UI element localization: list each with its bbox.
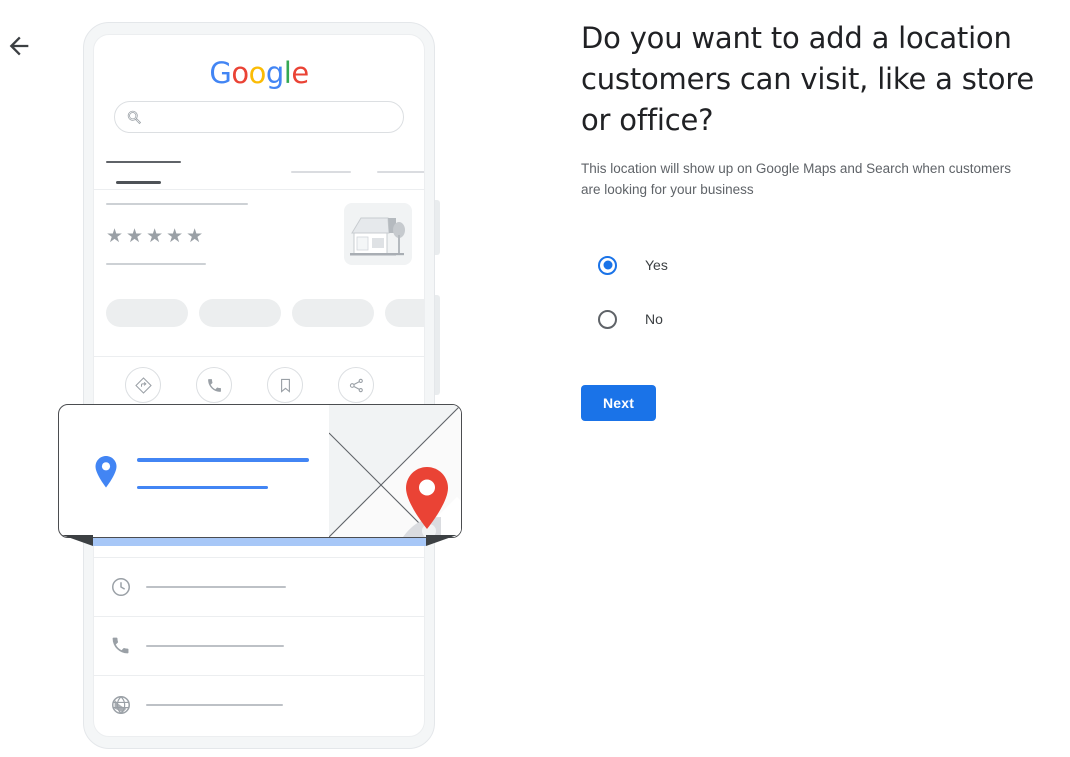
next-button[interactable]: Next bbox=[581, 385, 657, 421]
ribbon-fold-left bbox=[62, 535, 93, 546]
google-logo-letter-g1: G bbox=[209, 56, 232, 90]
call-button[interactable] bbox=[196, 367, 232, 403]
google-logo-letter-o1: o bbox=[231, 56, 249, 90]
review-count-placeholder bbox=[106, 263, 206, 265]
actions-divider bbox=[94, 356, 424, 357]
radio-yes-indicator bbox=[598, 255, 617, 275]
phone-screen: Google ★★★★★ bbox=[93, 34, 425, 737]
map-preview[interactable] bbox=[329, 405, 461, 537]
radio-no-indicator bbox=[598, 309, 617, 329]
phone-side-button-bottom bbox=[435, 295, 440, 395]
directions-icon bbox=[134, 376, 152, 394]
radio-yes-label: Yes bbox=[645, 257, 668, 273]
ribbon-fold-right bbox=[426, 535, 457, 546]
location-radio-group: Yes No bbox=[581, 248, 668, 356]
radio-option-no[interactable]: No bbox=[581, 302, 668, 336]
phone-illustration: Google ★★★★★ bbox=[55, 10, 475, 755]
rating-stars: ★★★★★ bbox=[106, 225, 207, 247]
website-placeholder bbox=[146, 704, 283, 706]
chip-1[interactable] bbox=[106, 299, 188, 327]
save-bookmark-icon bbox=[280, 378, 290, 393]
google-logo-letter-g2: g bbox=[265, 56, 284, 90]
share-icon bbox=[349, 378, 363, 392]
chip-2[interactable] bbox=[199, 299, 281, 327]
location-map-card[interactable] bbox=[58, 404, 462, 538]
back-button[interactable] bbox=[5, 32, 33, 60]
call-icon bbox=[207, 378, 221, 392]
hours-placeholder bbox=[146, 586, 286, 588]
chip-4[interactable] bbox=[385, 299, 424, 327]
location-pin-icon bbox=[93, 455, 119, 494]
storefront-icon bbox=[350, 217, 405, 256]
clock-icon bbox=[110, 576, 132, 598]
radio-no-label: No bbox=[645, 311, 663, 327]
detail-row-hours[interactable] bbox=[94, 558, 424, 616]
phone-placeholder bbox=[146, 645, 284, 647]
phone-icon bbox=[110, 635, 132, 657]
google-logo: Google bbox=[94, 59, 424, 88]
save-button[interactable] bbox=[267, 367, 303, 403]
card-subtitle-placeholder bbox=[137, 486, 268, 489]
business-name-placeholder bbox=[106, 203, 248, 205]
business-thumbnail[interactable] bbox=[344, 203, 412, 265]
card-title-placeholder bbox=[137, 458, 309, 462]
google-logo-letter-o2: o bbox=[248, 56, 267, 90]
google-logo-letter-e: e bbox=[291, 56, 309, 90]
arrow-left-icon bbox=[9, 36, 29, 56]
radio-option-yes[interactable]: Yes bbox=[581, 248, 668, 282]
search-icon bbox=[126, 109, 143, 131]
detail-row-phone[interactable] bbox=[94, 617, 424, 675]
share-button[interactable] bbox=[338, 367, 374, 403]
search-input[interactable] bbox=[114, 101, 404, 133]
globe-icon bbox=[110, 694, 132, 716]
business-info-block: ★★★★★ bbox=[94, 198, 424, 293]
category-chips bbox=[94, 299, 424, 333]
chip-3[interactable] bbox=[292, 299, 374, 327]
detail-row-website[interactable] bbox=[94, 676, 424, 734]
tab-item-3[interactable] bbox=[377, 171, 424, 173]
directions-button[interactable] bbox=[125, 367, 161, 403]
tab-active-indicator bbox=[116, 181, 161, 184]
tab-item-2[interactable] bbox=[291, 171, 351, 173]
phone-side-button-top bbox=[435, 200, 440, 255]
tab-item-active[interactable] bbox=[106, 161, 181, 163]
tab-bar[interactable] bbox=[94, 153, 424, 190]
page-title: Do you want to add a location customers … bbox=[581, 21, 1035, 137]
question-panel: Do you want to add a location customers … bbox=[581, 0, 1070, 757]
page-subtitle: This location will show up on Google Map… bbox=[581, 161, 1011, 197]
tab-divider bbox=[94, 189, 424, 190]
